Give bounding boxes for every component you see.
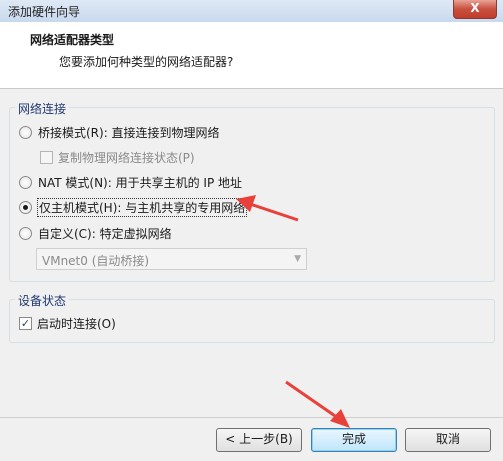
device-status-legend: 设备状态	[15, 292, 70, 309]
radio-nat-button[interactable]	[19, 175, 32, 189]
title-bar: 添加硬件向导 X	[0, 0, 503, 23]
radio-bridged[interactable]: 桥接模式(R): 直接连接到物理网络	[19, 123, 220, 141]
radio-custom[interactable]: 自定义(C): 特定虚拟网络	[19, 224, 172, 242]
checkbox-replicate-box	[40, 150, 53, 164]
checkbox-replicate: 复制物理网络连接状态(P)	[40, 148, 195, 166]
finish-button[interactable]: 完成	[311, 428, 397, 452]
checkbox-connect-at-poweron-box[interactable]	[19, 316, 32, 330]
radio-hostonly-label: 仅主机模式(H): 与主机共享的专用网络	[36, 197, 248, 217]
back-button[interactable]: < 上一步(B)	[216, 428, 302, 452]
radio-hostonly[interactable]: 仅主机模式(H): 与主机共享的专用网络	[19, 197, 248, 217]
page-title: 网络适配器类型	[30, 33, 115, 47]
window-title: 添加硬件向导	[8, 5, 81, 19]
custom-network-select-value: VMnet0 (自动桥接)	[42, 254, 150, 268]
radio-nat-label: NAT 模式(N): 用于共享主机的 IP 地址	[38, 175, 243, 190]
radio-hostonly-button[interactable]	[19, 200, 32, 214]
wizard-header: 网络适配器类型 您要添加何种类型的网络适配器?	[0, 22, 503, 89]
custom-network-select[interactable]: VMnet0 (自动桥接) ▼	[36, 248, 307, 270]
page-subtitle: 您要添加何种类型的网络适配器?	[59, 55, 234, 69]
close-button[interactable]: X	[453, 0, 497, 19]
cancel-button[interactable]: 取消	[405, 428, 491, 452]
annotation-arrow-finish	[285, 380, 350, 428]
radio-bridged-button[interactable]	[19, 125, 32, 139]
radio-custom-label: 自定义(C): 特定虚拟网络	[38, 226, 172, 241]
radio-nat[interactable]: NAT 模式(N): 用于共享主机的 IP 地址	[19, 173, 242, 191]
footer-divider	[0, 417, 503, 418]
checkbox-replicate-label: 复制物理网络连接状态(P)	[58, 150, 195, 165]
radio-bridged-label: 桥接模式(R): 直接连接到物理网络	[38, 125, 220, 140]
checkbox-connect-at-poweron-label: 启动时连接(O)	[37, 316, 116, 331]
checkbox-connect-at-poweron[interactable]: 启动时连接(O)	[19, 314, 116, 332]
chevron-down-icon: ▼	[294, 254, 301, 264]
network-connection-legend: 网络连接	[15, 100, 70, 117]
radio-custom-button[interactable]	[19, 226, 32, 240]
